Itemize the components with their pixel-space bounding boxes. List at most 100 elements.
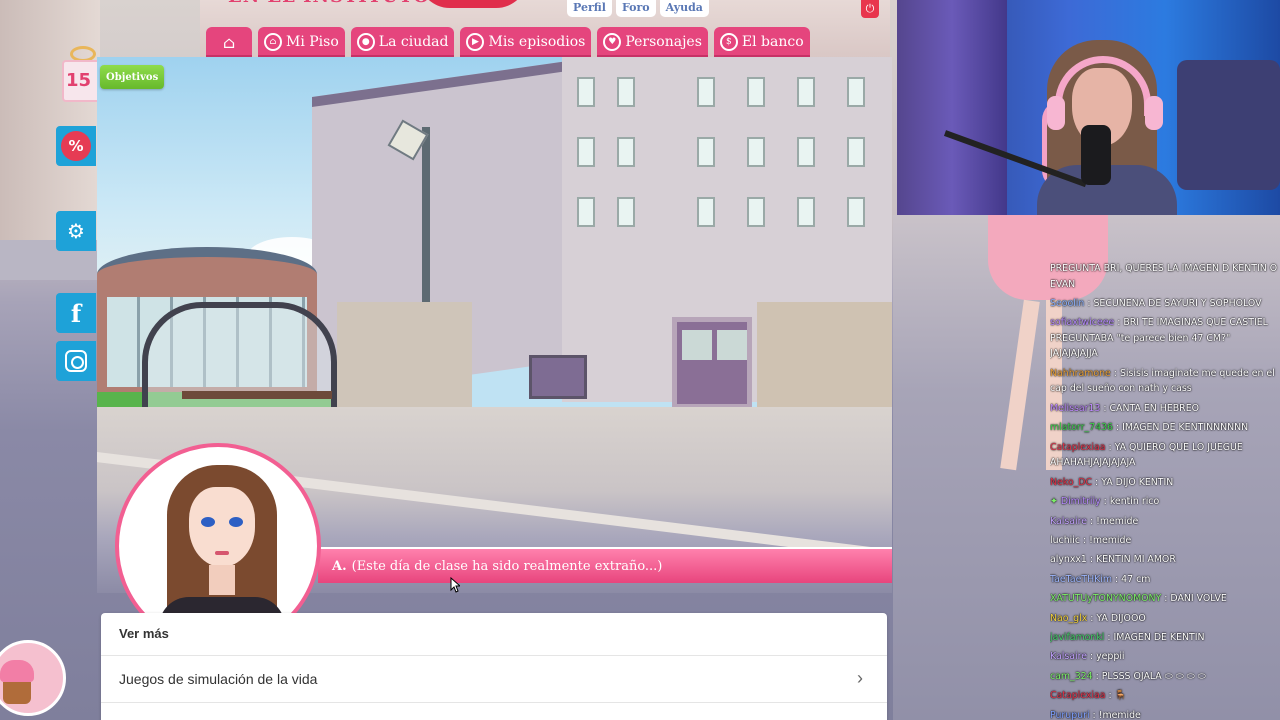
divider (101, 702, 887, 703)
gear-icon: ⚙ (67, 219, 85, 243)
chat-username[interactable]: javifamonkl (1050, 632, 1104, 643)
chat-message: XATUTUyTONYNOMONY : DANI VOLVE (1050, 593, 1227, 605)
see-more-item[interactable]: Juegos de simulación de la vida › (101, 656, 887, 702)
chat-username[interactable]: cam_324 (1050, 671, 1093, 682)
chat-message: PREGUNTA BRI, QUERES LA IMAGEN D KENTIN … (1050, 259, 1280, 294)
chat-message: javifamonkl : IMAGEN DE KENTIN (1050, 631, 1205, 643)
power-icon[interactable]: ⏻ (861, 0, 879, 18)
window (617, 137, 635, 167)
avatar-mouth (215, 551, 229, 555)
forum-link[interactable]: Foro (615, 0, 656, 17)
chat-text: SECUNENA DE SAYURI Y SOPHOLOV (1093, 298, 1262, 309)
facebook-button[interactable]: f (56, 293, 96, 333)
chat-username[interactable]: Cataplexiaa (1050, 690, 1106, 701)
chat-message: ✦ Dimitriiy : kentin rico (1050, 496, 1160, 508)
nav-la-ciudad[interactable]: ● La ciudad (350, 27, 455, 57)
chat-username[interactable]: Purupuri (1050, 710, 1090, 720)
chat-message: cam_324 : PLSSS OJALA ⬭ ⬭ ⬭ ⬭ (1050, 670, 1206, 682)
chat-message: luchiic : !memide (1050, 534, 1132, 546)
chat-username[interactable]: Neko_DC (1050, 477, 1092, 488)
window (577, 137, 595, 167)
door-window (717, 330, 747, 360)
window (847, 197, 865, 227)
chat-text: 47 cm (1121, 573, 1151, 585)
nav-mis-episodios[interactable]: ▶ Mis episodios (460, 27, 592, 57)
chat-username[interactable]: Kalsaire (1050, 516, 1087, 527)
chat-username[interactable]: alynxx1 (1050, 554, 1087, 565)
chat-username[interactable]: Cataplexiaa (1050, 442, 1106, 453)
chat-text: yeppii (1096, 651, 1125, 663)
chat-username[interactable]: TaeTaeTHKim (1050, 574, 1112, 585)
chat-message: Kalsaire : !memide (1050, 515, 1139, 527)
bench (182, 391, 332, 399)
chevron-right-icon: › (857, 668, 863, 688)
profile-link[interactable]: Perfil (567, 0, 612, 17)
chat-message: Nahhramone : Sisisis imaginate me quede … (1050, 367, 1275, 395)
avatar-neck (209, 565, 235, 595)
dialogue-box[interactable]: A. (Este día de clase ha sido realmente … (318, 547, 892, 583)
chat-username[interactable]: Melissar13 (1050, 403, 1100, 414)
nav-personajes[interactable]: ♥ Personajes (597, 27, 708, 57)
stream-chat: PREGUNTA BRI, QUERES LA IMAGEN D KENTIN … (1050, 259, 1280, 720)
chat-username[interactable]: Nahhramone (1050, 368, 1111, 379)
chat-message: alynxx1 : KENTIN MI AMOR (1050, 554, 1176, 566)
window (697, 197, 715, 227)
headphone-ear (1047, 96, 1065, 130)
window (577, 197, 595, 227)
window (747, 197, 765, 227)
window (617, 197, 635, 227)
cupcake-icon (0, 660, 34, 682)
dialogue-text: (Este día de clase ha sido realmente ext… (351, 558, 663, 574)
chat-text: YA DIJO KENTIN (1101, 476, 1174, 488)
chat-message: Kalsaire : yeppii (1050, 651, 1125, 663)
webcam-curtain (897, 0, 1007, 215)
see-more-title: Ver más (119, 626, 169, 641)
help-link[interactable]: Ayuda (659, 0, 709, 17)
promo-button[interactable]: % (56, 126, 96, 166)
chat-username[interactable]: Nao_glx (1050, 613, 1087, 624)
nav-el-banco[interactable]: $ El banco (713, 27, 810, 57)
bank-icon: $ (719, 33, 738, 51)
chat-username[interactable]: XATUTUyTONYNOMONY (1050, 593, 1161, 604)
dialogue-speaker: A. (332, 558, 347, 574)
chat-username[interactable]: sofiaxtwiceee (1050, 317, 1114, 328)
instagram-icon (65, 350, 87, 372)
chat-text: IMAGEN DE KENTINNNNNN (1122, 422, 1249, 434)
chat-text: kentin rico (1109, 496, 1160, 508)
pin-icon: ● (356, 33, 375, 51)
headphone-ear (1145, 96, 1163, 130)
chat-message: Cataplexiaa : YA QUIERO QUE LO JUEGUE AH… (1050, 441, 1243, 469)
school-door (672, 317, 752, 409)
brand-title: EN EL INSTITUTO (228, 0, 548, 8)
chat-message: Purupuri : !memide (1050, 709, 1141, 720)
objectives-button[interactable]: Objetivos (100, 65, 165, 89)
chat-text: !memide (1098, 709, 1141, 720)
home-circle-icon: ⌂ (264, 33, 282, 51)
chat-message: mlatorr_7436 : IMAGEN DE KENTINNNNNN (1050, 422, 1249, 434)
chat-username[interactable]: Seoolin (1050, 298, 1084, 309)
chat-text: !memide (1089, 534, 1132, 546)
nav-label: Mis episodios (488, 34, 586, 50)
chat-username[interactable]: Kalsaire (1050, 651, 1087, 662)
percent-icon: % (61, 131, 91, 161)
play-icon: ▶ (466, 33, 485, 51)
nav-home[interactable]: ⌂ (206, 27, 252, 57)
nav-mi-piso[interactable]: ⌂ Mi Piso (258, 27, 345, 57)
window (847, 77, 865, 107)
window (617, 77, 635, 107)
facebook-icon: f (70, 298, 82, 328)
chat-text: PREGUNTA BRI, QUERES LA IMAGEN D KENTIN … (1050, 263, 1278, 290)
window (697, 137, 715, 167)
chat-username[interactable]: Dimitriiy (1061, 496, 1101, 507)
chat-username[interactable]: luchiic (1050, 535, 1080, 546)
avatar-eye (201, 517, 215, 527)
nav-label: La ciudad (378, 34, 449, 50)
webcam-feed (897, 0, 1280, 215)
avatar-face (189, 487, 255, 567)
see-more-item-label: Juegos de simulación de la vida (119, 671, 318, 687)
settings-button[interactable]: ⚙ (56, 211, 96, 251)
chat-username[interactable]: mlatorr_7436 (1050, 422, 1113, 433)
nav-label: El banco (741, 34, 804, 50)
chat-message: TaeTaeTHKim : 47 cm (1050, 573, 1151, 585)
instagram-button[interactable] (56, 341, 96, 381)
